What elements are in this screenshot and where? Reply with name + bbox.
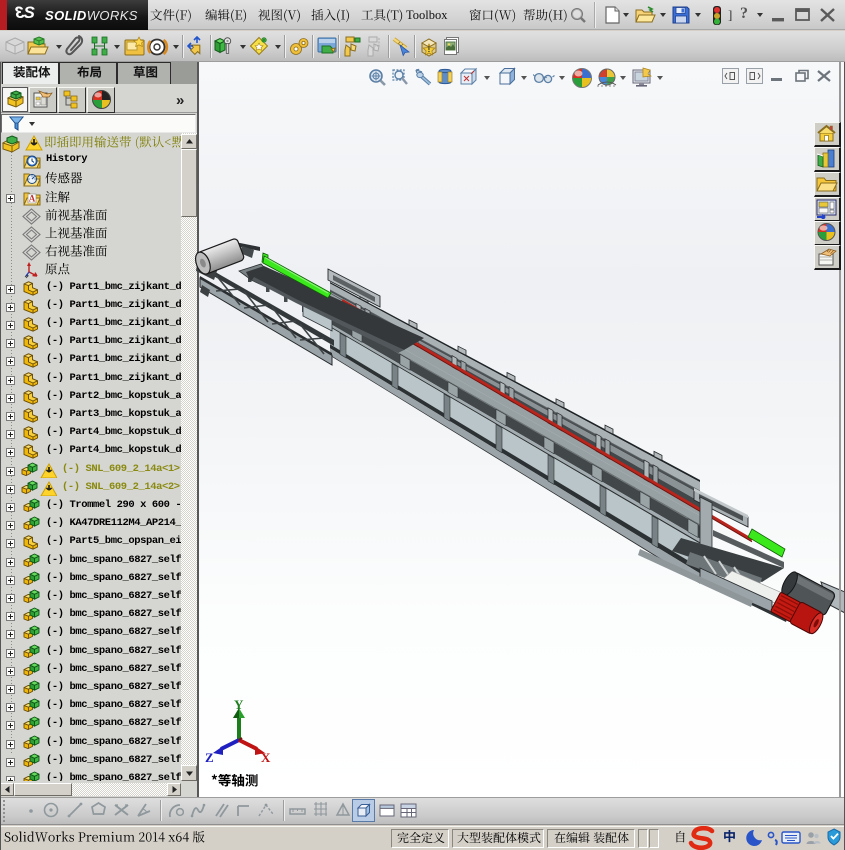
svg-text:Z: Z — [205, 750, 214, 765]
svg-text:X: X — [261, 750, 271, 765]
svg-text:Y: Y — [234, 698, 244, 712]
